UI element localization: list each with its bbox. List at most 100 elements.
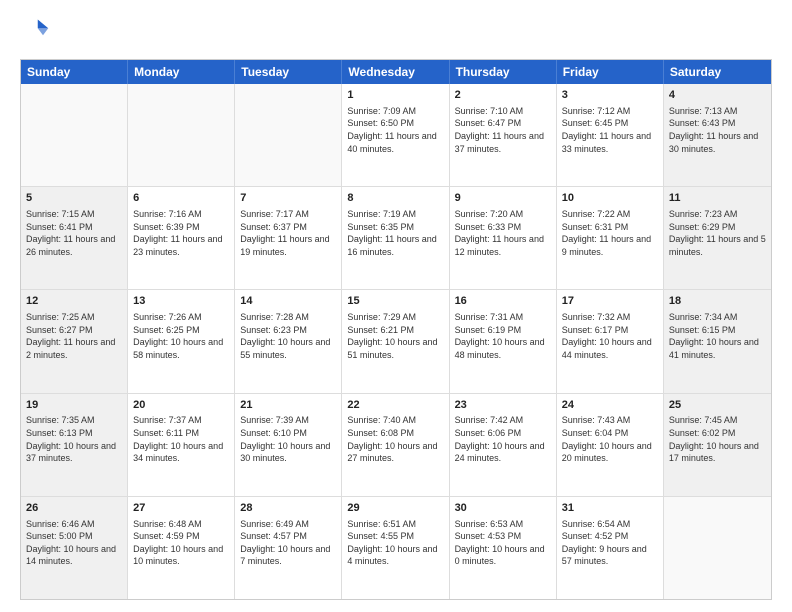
day-number: 19 [26,398,122,413]
cal-cell-empty [21,84,128,186]
cell-content: Sunrise: 7:26 AM Sunset: 6:25 PM Dayligh… [133,311,229,361]
cell-content: Sunrise: 7:12 AM Sunset: 6:45 PM Dayligh… [562,105,658,155]
cell-content: Sunrise: 7:19 AM Sunset: 6:35 PM Dayligh… [347,208,443,258]
cal-cell-day-24: 24Sunrise: 7:43 AM Sunset: 6:04 PM Dayli… [557,394,664,496]
day-number: 25 [669,398,766,413]
cal-cell-day-5: 5 Sunrise: 7:15 AM Sunset: 6:41 PM Daylig… [21,187,128,289]
cell-content: Sunrise: 7:35 AM Sunset: 6:13 PM Dayligh… [26,414,122,464]
day-number: 15 [347,294,443,309]
cell-content: Sunrise: 7:15 AM Sunset: 6:41 PM Dayligh… [26,208,122,258]
day-number: 3 [562,88,658,103]
day-number: 8 [347,191,443,206]
cal-cell-day-6: 6Sunrise: 7:16 AM Sunset: 6:39 PM Daylig… [128,187,235,289]
cell-content: Sunrise: 7:23 AM Sunset: 6:29 PM Dayligh… [669,208,766,258]
cal-cell-empty [664,497,771,599]
cell-content: Sunrise: 7:25 AM Sunset: 6:27 PM Dayligh… [26,311,122,361]
cal-header-thursday: Thursday [450,60,557,84]
cell-content: Sunrise: 7:29 AM Sunset: 6:21 PM Dayligh… [347,311,443,361]
cal-header-sunday: Sunday [21,60,128,84]
cal-cell-day-25: 25Sunrise: 7:45 AM Sunset: 6:02 PM Dayli… [664,394,771,496]
cell-content: Sunrise: 7:13 AM Sunset: 6:43 PM Dayligh… [669,105,766,155]
cal-cell-empty [128,84,235,186]
cal-header-tuesday: Tuesday [235,60,342,84]
header [20,16,772,49]
day-number: 1 [347,88,443,103]
cal-cell-day-30: 30 Sunrise: 6:53 AM Sunset: 4:53 PM Dayli… [450,497,557,599]
logo [20,16,52,49]
day-number: 17 [562,294,658,309]
cell-content: Sunrise: 7:22 AM Sunset: 6:31 PM Dayligh… [562,208,658,258]
logo-icon [22,16,50,44]
cell-content: Sunrise: 7:43 AM Sunset: 6:04 PM Dayligh… [562,414,658,464]
cell-content: Sunrise: 7:31 AM Sunset: 6:19 PM Dayligh… [455,311,551,361]
cal-cell-day-13: 13 Sunrise: 7:26 AM Sunset: 6:25 PM Dayli… [128,290,235,392]
cal-cell-day-22: 22Sunrise: 7:40 AM Sunset: 6:08 PM Dayli… [342,394,449,496]
day-number: 20 [133,398,229,413]
calendar-body: 1 Sunrise: 7:09 AM Sunset: 6:50 PM Daylig… [21,84,771,599]
day-number: 24 [562,398,658,413]
day-number: 10 [562,191,658,206]
cal-cell-day-2: 2 Sunrise: 7:10 AM Sunset: 6:47 PM Daylig… [450,84,557,186]
cell-content: Sunrise: 7:10 AM Sunset: 6:47 PM Dayligh… [455,105,551,155]
day-number: 4 [669,88,766,103]
day-number: 13 [133,294,229,309]
day-number: 2 [455,88,551,103]
calendar-header-row: SundayMondayTuesdayWednesdayThursdayFrid… [21,60,771,84]
cell-content: Sunrise: 6:54 AM Sunset: 4:52 PM Dayligh… [562,518,658,568]
cal-cell-empty [235,84,342,186]
cell-content: Sunrise: 7:16 AM Sunset: 6:39 PM Dayligh… [133,208,229,258]
day-number: 16 [455,294,551,309]
day-number: 30 [455,501,551,516]
cell-content: Sunrise: 7:40 AM Sunset: 6:08 PM Dayligh… [347,414,443,464]
cal-cell-day-17: 17Sunrise: 7:32 AM Sunset: 6:17 PM Dayli… [557,290,664,392]
cal-cell-day-14: 14 Sunrise: 7:28 AM Sunset: 6:23 PM Dayli… [235,290,342,392]
cal-cell-day-3: 3 Sunrise: 7:12 AM Sunset: 6:45 PM Daylig… [557,84,664,186]
cell-content: Sunrise: 7:28 AM Sunset: 6:23 PM Dayligh… [240,311,336,361]
day-number: 18 [669,294,766,309]
cal-cell-day-7: 7 Sunrise: 7:17 AM Sunset: 6:37 PM Daylig… [235,187,342,289]
cell-content: Sunrise: 6:46 AM Sunset: 5:00 PM Dayligh… [26,518,122,568]
calendar: SundayMondayTuesdayWednesdayThursdayFrid… [20,59,772,600]
cal-cell-day-4: 4 Sunrise: 7:13 AM Sunset: 6:43 PM Daylig… [664,84,771,186]
cell-content: Sunrise: 6:53 AM Sunset: 4:53 PM Dayligh… [455,518,551,568]
day-number: 11 [669,191,766,206]
day-number: 31 [562,501,658,516]
cal-cell-day-27: 27Sunrise: 6:48 AM Sunset: 4:59 PM Dayli… [128,497,235,599]
cal-cell-day-20: 20Sunrise: 7:37 AM Sunset: 6:11 PM Dayli… [128,394,235,496]
day-number: 12 [26,294,122,309]
day-number: 27 [133,501,229,516]
day-number: 9 [455,191,551,206]
cal-header-saturday: Saturday [664,60,771,84]
cal-cell-day-11: 11 Sunrise: 7:23 AM Sunset: 6:29 PM Dayli… [664,187,771,289]
cal-cell-day-10: 10 Sunrise: 7:22 AM Sunset: 6:31 PM Dayli… [557,187,664,289]
day-number: 22 [347,398,443,413]
cal-cell-day-19: 19Sunrise: 7:35 AM Sunset: 6:13 PM Dayli… [21,394,128,496]
cal-cell-day-1: 1 Sunrise: 7:09 AM Sunset: 6:50 PM Daylig… [342,84,449,186]
cell-content: Sunrise: 7:34 AM Sunset: 6:15 PM Dayligh… [669,311,766,361]
day-number: 5 [26,191,122,206]
day-number: 7 [240,191,336,206]
day-number: 26 [26,501,122,516]
cal-cell-day-12: 12 Sunrise: 7:25 AM Sunset: 6:27 PM Dayli… [21,290,128,392]
cal-week-3: 12 Sunrise: 7:25 AM Sunset: 6:27 PM Dayli… [21,290,771,393]
cal-header-wednesday: Wednesday [342,60,449,84]
cell-content: Sunrise: 7:17 AM Sunset: 6:37 PM Dayligh… [240,208,336,258]
cal-week-4: 19Sunrise: 7:35 AM Sunset: 6:13 PM Dayli… [21,394,771,497]
day-number: 14 [240,294,336,309]
cal-cell-day-28: 28Sunrise: 6:49 AM Sunset: 4:57 PM Dayli… [235,497,342,599]
cal-cell-day-16: 16 Sunrise: 7:31 AM Sunset: 6:19 PM Dayli… [450,290,557,392]
day-number: 29 [347,501,443,516]
cal-week-5: 26 Sunrise: 6:46 AM Sunset: 5:00 PM Dayli… [21,497,771,599]
cell-content: Sunrise: 7:45 AM Sunset: 6:02 PM Dayligh… [669,414,766,464]
day-number: 28 [240,501,336,516]
cal-cell-day-31: 31 Sunrise: 6:54 AM Sunset: 4:52 PM Dayli… [557,497,664,599]
cell-content: Sunrise: 7:42 AM Sunset: 6:06 PM Dayligh… [455,414,551,464]
cal-week-2: 5 Sunrise: 7:15 AM Sunset: 6:41 PM Daylig… [21,187,771,290]
cell-content: Sunrise: 7:09 AM Sunset: 6:50 PM Dayligh… [347,105,443,155]
cell-content: Sunrise: 6:51 AM Sunset: 4:55 PM Dayligh… [347,518,443,568]
cal-week-1: 1 Sunrise: 7:09 AM Sunset: 6:50 PM Daylig… [21,84,771,187]
cal-cell-day-26: 26 Sunrise: 6:46 AM Sunset: 5:00 PM Dayli… [21,497,128,599]
cell-content: Sunrise: 7:37 AM Sunset: 6:11 PM Dayligh… [133,414,229,464]
page: SundayMondayTuesdayWednesdayThursdayFrid… [0,0,792,612]
cal-header-friday: Friday [557,60,664,84]
